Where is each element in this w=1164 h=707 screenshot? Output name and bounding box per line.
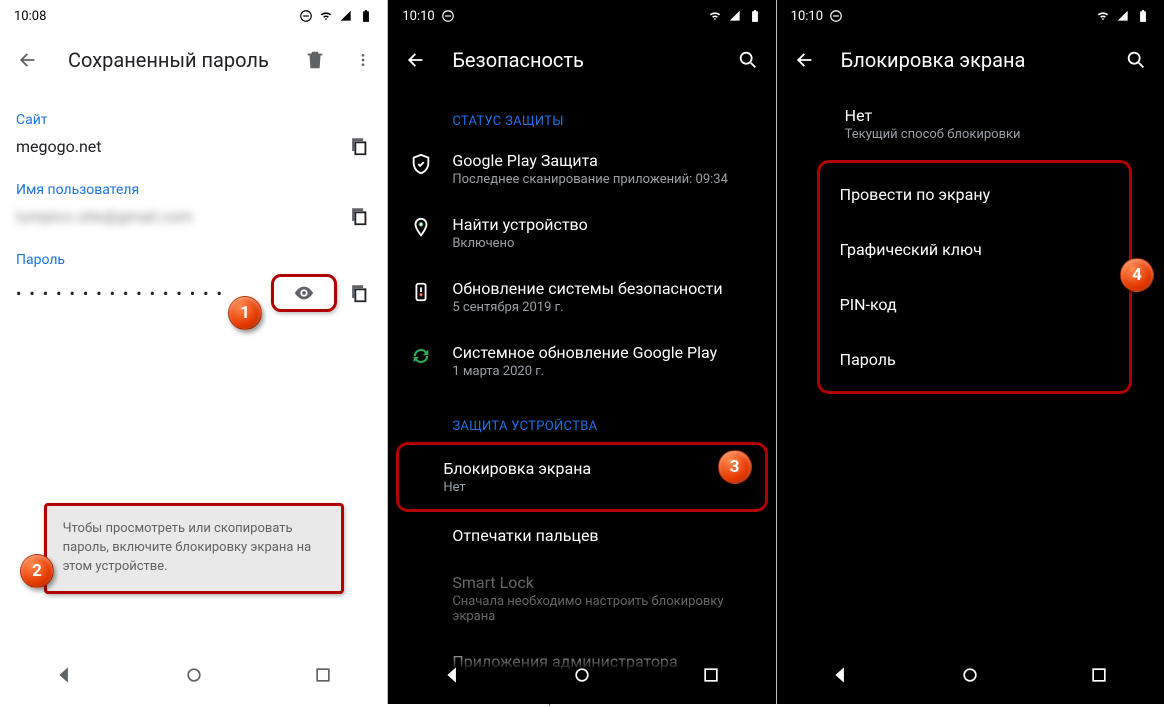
more-icon[interactable] — [355, 48, 371, 72]
phone-lock-options: 10:10 Блокировка экрана Нет Текущий спос… — [777, 0, 1164, 704]
row-sub: Сначала необходимо настроить блокировку … — [452, 594, 759, 624]
cell-icon — [728, 9, 742, 23]
nav-home-icon[interactable] — [960, 665, 980, 689]
row-sub: Последнее сканирование приложений: 09:34 — [452, 172, 759, 187]
navigation-bar — [388, 650, 775, 704]
nav-home-icon[interactable] — [184, 665, 204, 689]
option-none[interactable]: Нет Текущий способ блокировки — [825, 88, 1164, 160]
callout-1: 1 — [228, 296, 262, 330]
app-bar: Блокировка экрана — [777, 32, 1164, 88]
reveal-password-icon[interactable] — [292, 281, 316, 305]
back-icon[interactable] — [16, 48, 40, 72]
dnd-icon — [829, 9, 843, 23]
row-label: Найти устройство — [452, 215, 759, 234]
status-bar: 10:08 — [0, 0, 387, 32]
callout-3: 3 — [718, 450, 752, 484]
option-pin[interactable]: PIN-код — [820, 277, 1129, 332]
row-screen-lock[interactable]: Блокировка экрана Нет — [399, 445, 764, 509]
dnd-icon — [441, 9, 455, 23]
row-security-update[interactable]: Обновление системы безопасности 5 сентяб… — [388, 265, 775, 329]
row-sub: Включено — [452, 236, 759, 251]
dnd-icon — [299, 9, 313, 23]
phone-security-settings: 10:10 Безопасность СТАТУС ЗАЩИТЫ Google … — [388, 0, 776, 704]
status-time: 10:08 — [14, 9, 46, 24]
delete-icon[interactable] — [303, 48, 327, 72]
nav-home-icon[interactable] — [572, 665, 592, 689]
app-bar: Безопасность — [388, 32, 775, 88]
row-label: Блокировка экрана — [443, 459, 748, 478]
battery-icon — [1136, 9, 1150, 23]
site-value: megogo.net — [16, 137, 102, 156]
section-device: ЗАЩИТА УСТРОЙСТВА — [388, 393, 775, 442]
nav-back-icon[interactable] — [443, 665, 463, 689]
page-title: Безопасность — [452, 48, 711, 72]
cell-icon — [1116, 9, 1130, 23]
row-sub: Нет — [443, 480, 748, 495]
copy-site-icon[interactable] — [347, 134, 371, 158]
search-icon[interactable] — [1124, 48, 1148, 72]
username-label: Имя пользователя — [16, 182, 371, 198]
wifi-icon — [708, 9, 722, 23]
site-label: Сайт — [16, 112, 371, 128]
row-play-protect[interactable]: Google Play Защита Последнее сканировани… — [388, 137, 775, 201]
wifi-icon — [1096, 9, 1110, 23]
row-label: Google Play Защита — [452, 151, 759, 170]
status-time: 10:10 — [791, 9, 823, 24]
lock-required-toast: Чтобы просмотреть или скопировать пароль… — [44, 503, 344, 594]
option-sub: Текущий способ блокировки — [845, 127, 1144, 142]
nav-recent-icon[interactable] — [1089, 665, 1109, 689]
battery-icon — [359, 9, 373, 23]
row-fingerprints[interactable]: Отпечатки пальцев — [388, 512, 775, 559]
back-icon[interactable] — [793, 48, 817, 72]
nav-recent-icon[interactable] — [313, 665, 333, 689]
row-label: Системное обновление Google Play — [452, 343, 759, 362]
row-play-system-update[interactable]: Системное обновление Google Play 1 марта… — [388, 329, 775, 393]
username-value: lumpico.site@gmail.com — [16, 207, 193, 226]
password-masked: • • • • • • • • • • • • • • • • — [16, 284, 224, 303]
page-title: Сохраненный пароль — [68, 48, 275, 72]
option-pattern[interactable]: Графический ключ — [820, 222, 1129, 277]
copy-username-icon[interactable] — [347, 204, 371, 228]
row-label: Smart Lock — [452, 573, 759, 592]
app-bar: Сохраненный пароль — [0, 32, 387, 88]
status-bar: 10:10 — [777, 0, 1164, 32]
navigation-bar — [777, 650, 1164, 704]
password-label: Пароль — [16, 252, 371, 268]
option-password[interactable]: Пароль — [820, 332, 1129, 387]
status-time: 10:10 — [402, 9, 434, 24]
search-icon[interactable] — [736, 48, 760, 72]
nav-back-icon[interactable] — [55, 665, 75, 689]
nav-back-icon[interactable] — [831, 665, 851, 689]
page-title: Блокировка экрана — [841, 48, 1100, 72]
cell-icon — [339, 9, 353, 23]
option-label: Нет — [845, 106, 1144, 125]
wifi-icon — [319, 9, 333, 23]
row-label: Обновление системы безопасности — [452, 279, 759, 298]
row-sub: 5 сентября 2019 г. — [452, 300, 759, 315]
option-swipe[interactable]: Провести по экрану — [820, 167, 1129, 222]
row-label: Отпечатки пальцев — [452, 526, 759, 545]
navigation-bar — [0, 650, 387, 704]
back-icon[interactable] — [404, 48, 428, 72]
section-status: СТАТУС ЗАЩИТЫ — [388, 88, 775, 137]
status-bar: 10:10 — [388, 0, 775, 32]
row-find-device[interactable]: Найти устройство Включено — [388, 201, 775, 265]
copy-password-icon[interactable] — [347, 281, 371, 305]
row-sub: 1 марта 2020 г. — [452, 364, 759, 379]
callout-4: 4 — [1120, 258, 1154, 292]
phone-saved-password: 10:08 Сохраненный пароль Сайт megogo.net… — [0, 0, 388, 704]
callout-2: 2 — [20, 554, 54, 588]
nav-recent-icon[interactable] — [701, 665, 721, 689]
row-smart-lock: Smart Lock Сначала необходимо настроить … — [388, 559, 775, 638]
battery-icon — [748, 9, 762, 23]
